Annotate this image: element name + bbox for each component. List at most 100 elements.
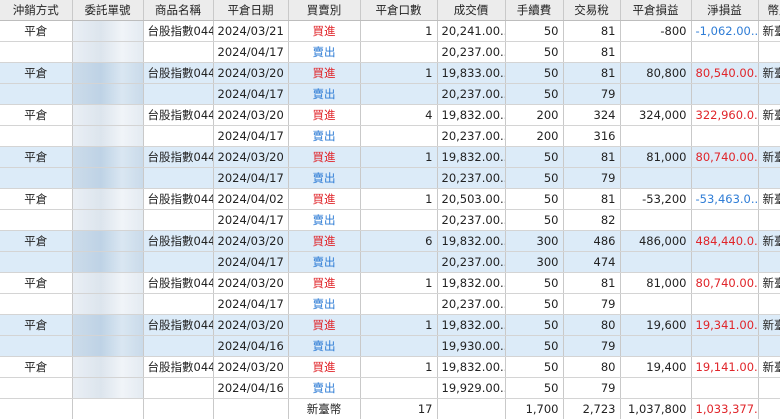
cell-order-no-redacted — [72, 63, 143, 84]
cell-order-no-redacted — [72, 357, 143, 378]
cell-close-date: 2024/04/17 — [213, 84, 288, 105]
totals-blank — [72, 399, 143, 419]
col-header-tax[interactable]: 交易稅 — [563, 0, 620, 21]
col-header-method[interactable]: 沖銷方式 — [0, 0, 72, 21]
cell-method — [0, 294, 72, 315]
col-header-pnl[interactable]: 平倉損益 — [620, 0, 691, 21]
table-row[interactable]: 2024/04/17賣出20,237.00...5079 — [0, 168, 780, 189]
redaction-blur — [73, 42, 143, 62]
table-row[interactable]: 平倉台股指數0442024/03/20買進119,832.00...508181… — [0, 147, 780, 168]
cell-fee: 50 — [505, 147, 563, 168]
cell-price: 19,832.00... — [437, 315, 505, 336]
cell-product: 台股指數044 — [143, 63, 213, 84]
col-header-net-pnl[interactable]: 淨損益 — [691, 0, 758, 21]
table-row[interactable]: 平倉台股指數0442024/03/20買進619,832.00...300486… — [0, 231, 780, 252]
cell-fee: 50 — [505, 294, 563, 315]
cell-qty — [360, 168, 437, 189]
cell-fee: 50 — [505, 273, 563, 294]
cell-pnl: 19,400 — [620, 357, 691, 378]
table-row[interactable]: 平倉台股指數0442024/03/20買進119,832.00...508019… — [0, 315, 780, 336]
cell-product: 台股指數044 — [143, 357, 213, 378]
cell-net-pnl: -53,463.0... — [691, 189, 758, 210]
cell-order-no-redacted — [72, 42, 143, 63]
cell-tax: 81 — [563, 273, 620, 294]
cell-method — [0, 336, 72, 357]
cell-fee: 200 — [505, 105, 563, 126]
cell-fee: 300 — [505, 231, 563, 252]
cell-order-no-redacted — [72, 378, 143, 399]
cell-order-no-redacted — [72, 294, 143, 315]
table-row[interactable]: 2024/04/17賣出20,237.00...300474 — [0, 252, 780, 273]
cell-method — [0, 84, 72, 105]
redaction-blur — [73, 294, 143, 314]
header-row: 沖銷方式 委託單號 商品名稱 平倉日期 買賣別 平倉口數 成交價 手續費 交易稅… — [0, 0, 780, 21]
cell-fee: 50 — [505, 63, 563, 84]
table-row[interactable]: 平倉台股指數0442024/03/21買進120,241.00...5081-8… — [0, 21, 780, 42]
cell-side: 買進 — [288, 357, 360, 378]
cell-qty — [360, 294, 437, 315]
table-row[interactable]: 2024/04/16賣出19,929.00...5079 — [0, 378, 780, 399]
cell-price: 19,833.00... — [437, 63, 505, 84]
table-row[interactable]: 平倉台股指數0442024/03/20買進419,832.00...200324… — [0, 105, 780, 126]
cell-qty — [360, 210, 437, 231]
cell-pnl: 81,000 — [620, 273, 691, 294]
cell-pnl — [620, 294, 691, 315]
table-row[interactable]: 2024/04/17賣出20,237.00...5079 — [0, 294, 780, 315]
table-row[interactable]: 平倉台股指數0442024/03/20買進119,833.00...508180… — [0, 63, 780, 84]
cell-product: 台股指數044 — [143, 231, 213, 252]
cell-close-date: 2024/04/17 — [213, 252, 288, 273]
cell-fee: 50 — [505, 210, 563, 231]
cell-tax: 486 — [563, 231, 620, 252]
cell-net-pnl: 484,440.0... — [691, 231, 758, 252]
table-row[interactable]: 2024/04/17賣出20,237.00...5082 — [0, 210, 780, 231]
cell-currency: 新臺幣 — [758, 189, 780, 210]
cell-price: 19,930.00... — [437, 336, 505, 357]
cell-tax: 474 — [563, 252, 620, 273]
table-row[interactable]: 2024/04/17賣出20,237.00...200316 — [0, 126, 780, 147]
col-header-price[interactable]: 成交價 — [437, 0, 505, 21]
col-header-currency[interactable]: 幣別 — [758, 0, 780, 21]
cell-fee: 50 — [505, 315, 563, 336]
cell-product — [143, 378, 213, 399]
cell-fee: 50 — [505, 168, 563, 189]
cell-close-date: 2024/04/16 — [213, 378, 288, 399]
table-row[interactable]: 2024/04/17賣出20,237.00...5081 — [0, 42, 780, 63]
cell-qty: 1 — [360, 315, 437, 336]
cell-method: 平倉 — [0, 315, 72, 336]
table-row[interactable]: 2024/04/17賣出20,237.00...5079 — [0, 84, 780, 105]
cell-pnl: 486,000 — [620, 231, 691, 252]
cell-net-pnl — [691, 42, 758, 63]
totals-pnl: 1,037,800 — [620, 399, 691, 419]
cell-close-date: 2024/04/16 — [213, 336, 288, 357]
cell-price: 20,237.00... — [437, 294, 505, 315]
col-header-side[interactable]: 買賣別 — [288, 0, 360, 21]
table-row[interactable]: 2024/04/16賣出19,930.00...5079 — [0, 336, 780, 357]
cell-currency — [758, 42, 780, 63]
cell-method — [0, 42, 72, 63]
cell-order-no-redacted — [72, 126, 143, 147]
cell-price: 20,237.00... — [437, 42, 505, 63]
cell-order-no-redacted — [72, 252, 143, 273]
table-row[interactable]: 平倉台股指數0442024/03/20買進119,832.00...508019… — [0, 357, 780, 378]
cell-order-no-redacted — [72, 168, 143, 189]
cell-tax: 79 — [563, 336, 620, 357]
totals-blank — [758, 399, 780, 419]
cell-tax: 80 — [563, 315, 620, 336]
cell-qty: 1 — [360, 189, 437, 210]
table-row[interactable]: 平倉台股指數0442024/03/20買進119,832.00...508181… — [0, 273, 780, 294]
cell-close-date: 2024/04/17 — [213, 126, 288, 147]
table-row[interactable]: 平倉台股指數0442024/04/02買進120,503.00...5081-5… — [0, 189, 780, 210]
col-header-close-date[interactable]: 平倉日期 — [213, 0, 288, 21]
col-header-fee[interactable]: 手續費 — [505, 0, 563, 21]
col-header-qty[interactable]: 平倉口數 — [360, 0, 437, 21]
cell-net-pnl: -1,062.00... — [691, 21, 758, 42]
cell-product — [143, 42, 213, 63]
cell-side: 賣出 — [288, 210, 360, 231]
redaction-blur — [73, 21, 143, 41]
cell-currency: 新臺幣 — [758, 231, 780, 252]
cell-pnl: 80,800 — [620, 63, 691, 84]
cell-qty — [360, 42, 437, 63]
col-header-order-no[interactable]: 委託單號 — [72, 0, 143, 21]
col-header-product[interactable]: 商品名稱 — [143, 0, 213, 21]
cell-fee: 50 — [505, 189, 563, 210]
